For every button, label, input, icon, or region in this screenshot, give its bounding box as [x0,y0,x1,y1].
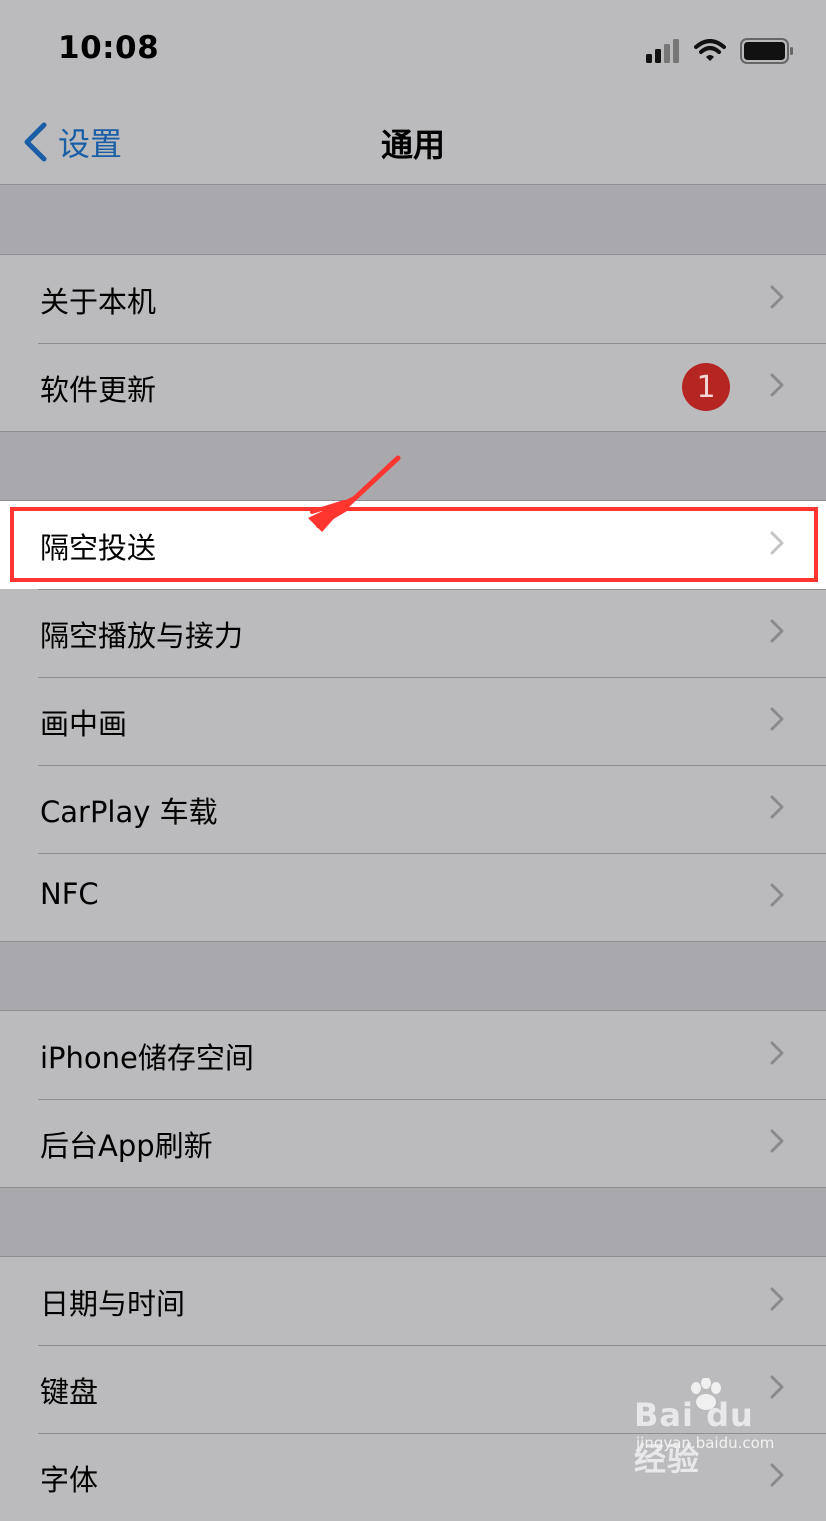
wifi-icon [694,39,726,61]
navigation-bar: 设置 通用 [0,100,826,185]
chevron-right-icon [770,1041,784,1065]
cellular-signal-icon [646,39,679,63]
status-time: 10:08 [58,30,160,66]
list-item-label: CarPlay 车载 [40,795,218,829]
list-item-carplay[interactable]: CarPlay 车载 [0,765,826,853]
list-item-software-update[interactable]: 软件更新 1 [0,343,826,431]
list-item-picture-in-picture[interactable]: 画中画 [0,677,826,765]
status-bar: 10:08 [0,0,826,100]
list-item-label: iPhone储存空间 [40,1041,254,1075]
chevron-right-icon [770,1129,784,1153]
list-item-label: 画中画 [40,707,128,741]
chevron-right-icon [770,285,784,309]
list-item-label: 隔空投送 [40,531,157,565]
page-title: 通用 [380,126,445,164]
battery-icon [740,38,793,64]
settings-group-about: 关于本机 软件更新 1 [0,254,826,432]
chevron-right-icon [770,883,784,907]
list-item-background-app-refresh[interactable]: 后台App刷新 [0,1099,826,1187]
chevron-right-icon [770,707,784,731]
update-count-badge: 1 [682,363,730,411]
baidu-jingyan-watermark: Bai du 经验 jingyan.baidu.com [634,1378,794,1478]
list-item-airdrop[interactable]: 隔空投送 [0,501,826,589]
list-item-label: 隔空播放与接力 [40,619,244,653]
list-item-label: 后台App刷新 [40,1129,213,1163]
watermark-url: jingyan.baidu.com [636,1434,775,1452]
list-item-about[interactable]: 关于本机 [0,255,826,343]
settings-group-storage: iPhone储存空间 后台App刷新 [0,1010,826,1188]
chevron-right-icon [770,373,784,397]
list-item-label: NFC [40,877,99,911]
list-item-label: 字体 [40,1463,99,1497]
status-icons [646,36,794,66]
chevron-right-icon [770,1287,784,1311]
list-item-date-time[interactable]: 日期与时间 [0,1257,826,1345]
chevron-right-icon [770,619,784,643]
list-item-label: 键盘 [40,1375,99,1409]
list-item-label: 日期与时间 [40,1287,186,1321]
list-item-nfc[interactable]: NFC [0,853,826,941]
list-item-label: 软件更新 [40,373,157,407]
list-item-iphone-storage[interactable]: iPhone储存空间 [0,1011,826,1099]
chevron-right-icon [770,531,784,555]
list-item-airplay-handoff[interactable]: 隔空播放与接力 [0,589,826,677]
chevron-right-icon [770,795,784,819]
list-item-label: 关于本机 [40,285,157,319]
settings-group-connectivity: 隔空投送 隔空播放与接力 画中画 CarPlay 车载 NFC [0,500,826,942]
